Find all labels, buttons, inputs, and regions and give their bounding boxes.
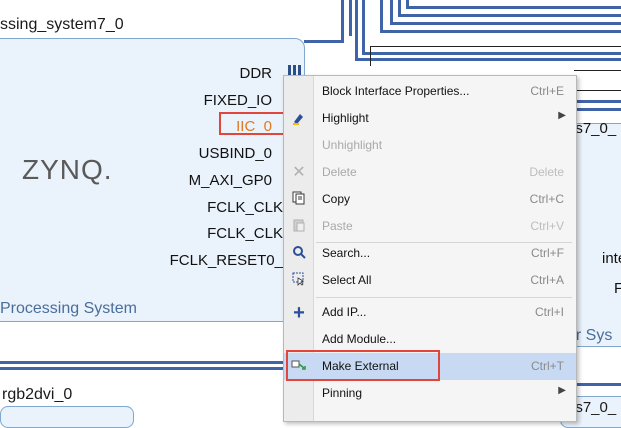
bus-line [380, 30, 621, 33]
bus-line [575, 383, 621, 386]
menu-item-unhighlight[interactable]: Unhighlight [284, 132, 576, 159]
wire [370, 46, 371, 66]
menu-item-select-all[interactable]: Select All Ctrl+A [284, 267, 576, 294]
select-all-icon [290, 272, 308, 290]
port-m-axi-gp0[interactable]: M_AXI_GP0 [189, 172, 272, 189]
menu-item-block-interface-properties[interactable]: Block Interface Properties... Ctrl+E [284, 78, 576, 105]
paste-icon [290, 218, 308, 236]
block-design-canvas[interactable]: ssing_system7_0 ZYNQ. DDR FIXED_IO IIC_0… [0, 0, 621, 428]
right-port-inte[interactable]: inte [602, 250, 621, 267]
menu-item-add-module[interactable]: Add Module... [284, 326, 576, 353]
zynq-block-title: ssing_system7_0 [0, 16, 124, 33]
bus-line [304, 40, 344, 43]
bus-line [355, 0, 358, 60]
bus-line [574, 100, 621, 103]
ddr-port-connector [288, 65, 302, 75]
bus-line [390, 22, 621, 25]
menu-item-add-ip[interactable]: + Add IP... Ctrl+I [284, 299, 576, 326]
port-fclk-clk0[interactable]: FCLK_CLK [207, 199, 283, 216]
menu-separator [316, 297, 572, 298]
bus-line [0, 367, 283, 370]
make-external-highlight-box [286, 350, 440, 381]
wire [574, 70, 621, 71]
menu-item-copy[interactable]: Copy Ctrl+C [284, 186, 576, 213]
menu-item-pinning[interactable]: Pinning ▶ [284, 380, 576, 407]
bus-line [362, 52, 621, 55]
zynq-block-subtitle: Processing System [0, 300, 137, 317]
port-fclk-reset0[interactable]: FCLK_RESET0_ [170, 252, 283, 269]
port-fclk-clk1[interactable]: FCLK_CLK [207, 225, 283, 242]
zynq-logo-text: ZYNQ. [22, 154, 113, 185]
delete-icon: ✕ [292, 164, 306, 181]
bus-line [349, 0, 352, 36]
bus-line [398, 14, 621, 17]
copy-icon [290, 191, 308, 209]
port-ddr[interactable]: DDR [240, 65, 273, 82]
submenu-arrow-icon: ▶ [558, 385, 566, 396]
rgb2dvi-block[interactable] [0, 406, 134, 428]
menu-item-search[interactable]: Search... Ctrl+F [284, 240, 576, 267]
right-port-f[interactable]: F [614, 280, 621, 297]
submenu-arrow-icon: ▶ [558, 110, 566, 121]
bus-line [362, 0, 365, 54]
bus-line [574, 108, 621, 111]
menu-item-paste[interactable]: Paste Ctrl+V [284, 213, 576, 240]
menu-item-highlight[interactable]: Highlight ▶ [284, 105, 576, 132]
port-usbind-0[interactable]: USBIND_0 [199, 145, 272, 162]
port-fixed-io[interactable]: FIXED_IO [204, 92, 272, 109]
rgb2dvi-block-title: rgb2dvi_0 [2, 386, 73, 403]
bus-line [0, 361, 283, 364]
search-icon [290, 245, 308, 263]
wire [370, 46, 621, 47]
zynq-logo: ZYNQ. [22, 154, 113, 186]
menu-item-delete[interactable]: ✕ Delete Delete [284, 159, 576, 186]
bus-line [390, 0, 393, 24]
bus-line [380, 0, 383, 32]
highlight-icon [290, 110, 308, 128]
wire [574, 90, 621, 91]
bus-line [355, 58, 621, 61]
add-icon: + [293, 302, 305, 324]
bus-line [406, 6, 621, 9]
bus-line [341, 0, 344, 40]
iic-port-highlight-box [219, 112, 288, 135]
